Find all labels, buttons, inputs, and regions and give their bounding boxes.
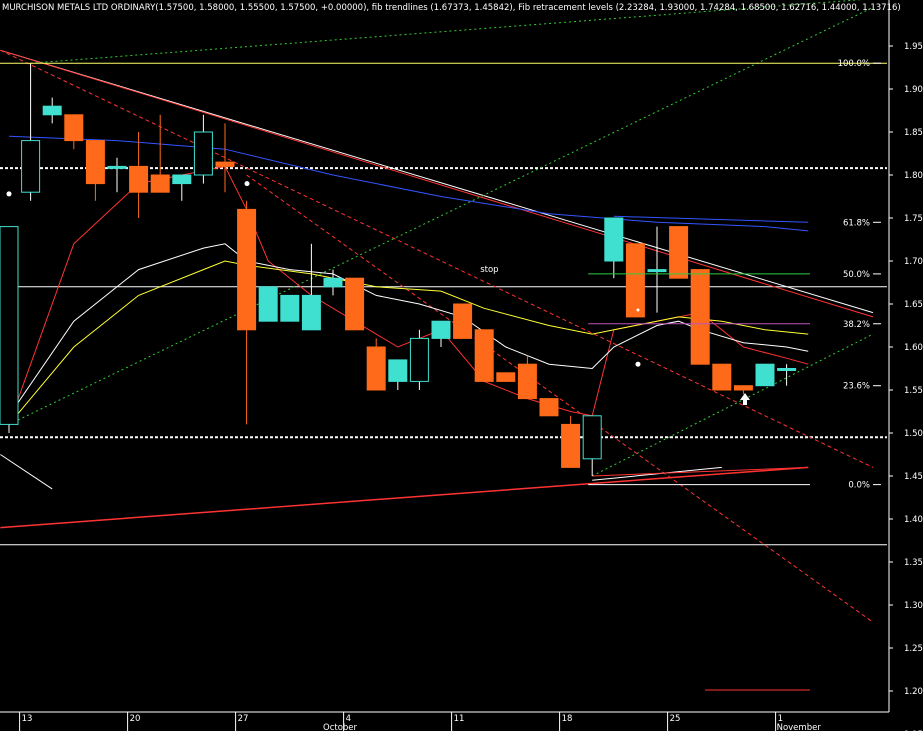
candle-body — [474, 329, 494, 382]
candle-body — [64, 114, 84, 142]
marker-dot — [635, 361, 641, 367]
candle-body — [258, 286, 278, 322]
candle-body — [755, 363, 775, 387]
candle-body — [539, 398, 559, 417]
x-tick-label: 11 — [454, 714, 465, 724]
x-tick-label: 18 — [562, 714, 573, 724]
candle-body — [21, 140, 41, 193]
marker-dot — [244, 181, 250, 187]
candle-body — [733, 385, 753, 391]
candle-body — [409, 337, 429, 382]
y-tick-label: 1.45 — [904, 472, 923, 482]
fib-label: 38.2% — [843, 320, 870, 330]
candle-body — [669, 226, 689, 279]
y-tick-label: 1.90 — [904, 85, 923, 95]
candle-body — [215, 161, 235, 167]
candle-body — [323, 277, 343, 288]
chart-title: MURCHISON METALS LTD ORDINARY(1.57500, 1… — [2, 3, 901, 13]
plot-background — [0, 0, 923, 731]
x-tick-label: 20 — [130, 714, 141, 724]
candle-body — [172, 174, 192, 185]
candlestick-chart: 100.0%61.8%50.0%38.2%23.6%0.0% stop 1.15… — [0, 0, 923, 731]
x-tick-label: 13 — [22, 714, 33, 724]
candle-body — [129, 165, 149, 193]
candle-body — [301, 294, 321, 331]
candle-body — [690, 269, 710, 365]
candle-body — [453, 303, 473, 339]
y-tick-label: 1.60 — [904, 343, 923, 353]
candle-body — [582, 415, 602, 460]
marker-dot — [636, 308, 640, 312]
month-label: November — [777, 723, 822, 731]
y-tick-label: 1.20 — [904, 687, 923, 697]
x-tick-label: 27 — [238, 714, 249, 724]
x-tick-label: 25 — [670, 714, 681, 724]
candle-body — [107, 165, 127, 169]
candle-body — [0, 226, 19, 425]
fib-label: 0.0% — [848, 481, 870, 491]
y-tick-label: 1.70 — [904, 257, 923, 267]
candle-body — [777, 368, 797, 371]
month-label: October — [323, 723, 358, 731]
y-tick-label: 1.65 — [904, 300, 923, 310]
candle-body — [366, 346, 386, 391]
fib-label: 23.6% — [843, 382, 870, 392]
fib-label: 50.0% — [843, 270, 870, 280]
y-tick-label: 1.25 — [904, 644, 923, 654]
candle-body — [85, 140, 105, 185]
y-tick-label: 1.40 — [904, 515, 923, 525]
y-tick-label: 1.80 — [904, 171, 923, 181]
stop-annotation: stop — [480, 265, 498, 275]
marker-dot — [6, 191, 12, 197]
y-tick-label: 1.55 — [904, 386, 923, 396]
candle-body — [193, 131, 213, 176]
y-tick-label: 1.85 — [904, 128, 923, 138]
candle-body — [517, 363, 537, 400]
candle-body — [625, 243, 645, 318]
y-tick-label: 1.95 — [904, 42, 923, 52]
candle-body — [345, 277, 365, 331]
candle-body — [604, 217, 624, 262]
candle-body — [42, 105, 62, 116]
candle-body — [280, 294, 300, 322]
y-tick-label: 1.50 — [904, 429, 923, 439]
candle-body — [496, 372, 516, 382]
candle-body — [237, 208, 257, 331]
fib-label: 61.8% — [843, 218, 870, 228]
candle-body — [388, 359, 408, 382]
candle-body — [561, 423, 581, 468]
y-tick-label: 1.35 — [904, 558, 923, 568]
candle-body — [431, 320, 451, 339]
fib-label: 100.0% — [838, 59, 870, 69]
candle-body — [712, 363, 732, 391]
candle-body — [647, 269, 667, 273]
y-tick-label: 1.75 — [904, 214, 923, 224]
y-tick-label: 1.30 — [904, 601, 923, 611]
candle-body — [150, 174, 170, 193]
